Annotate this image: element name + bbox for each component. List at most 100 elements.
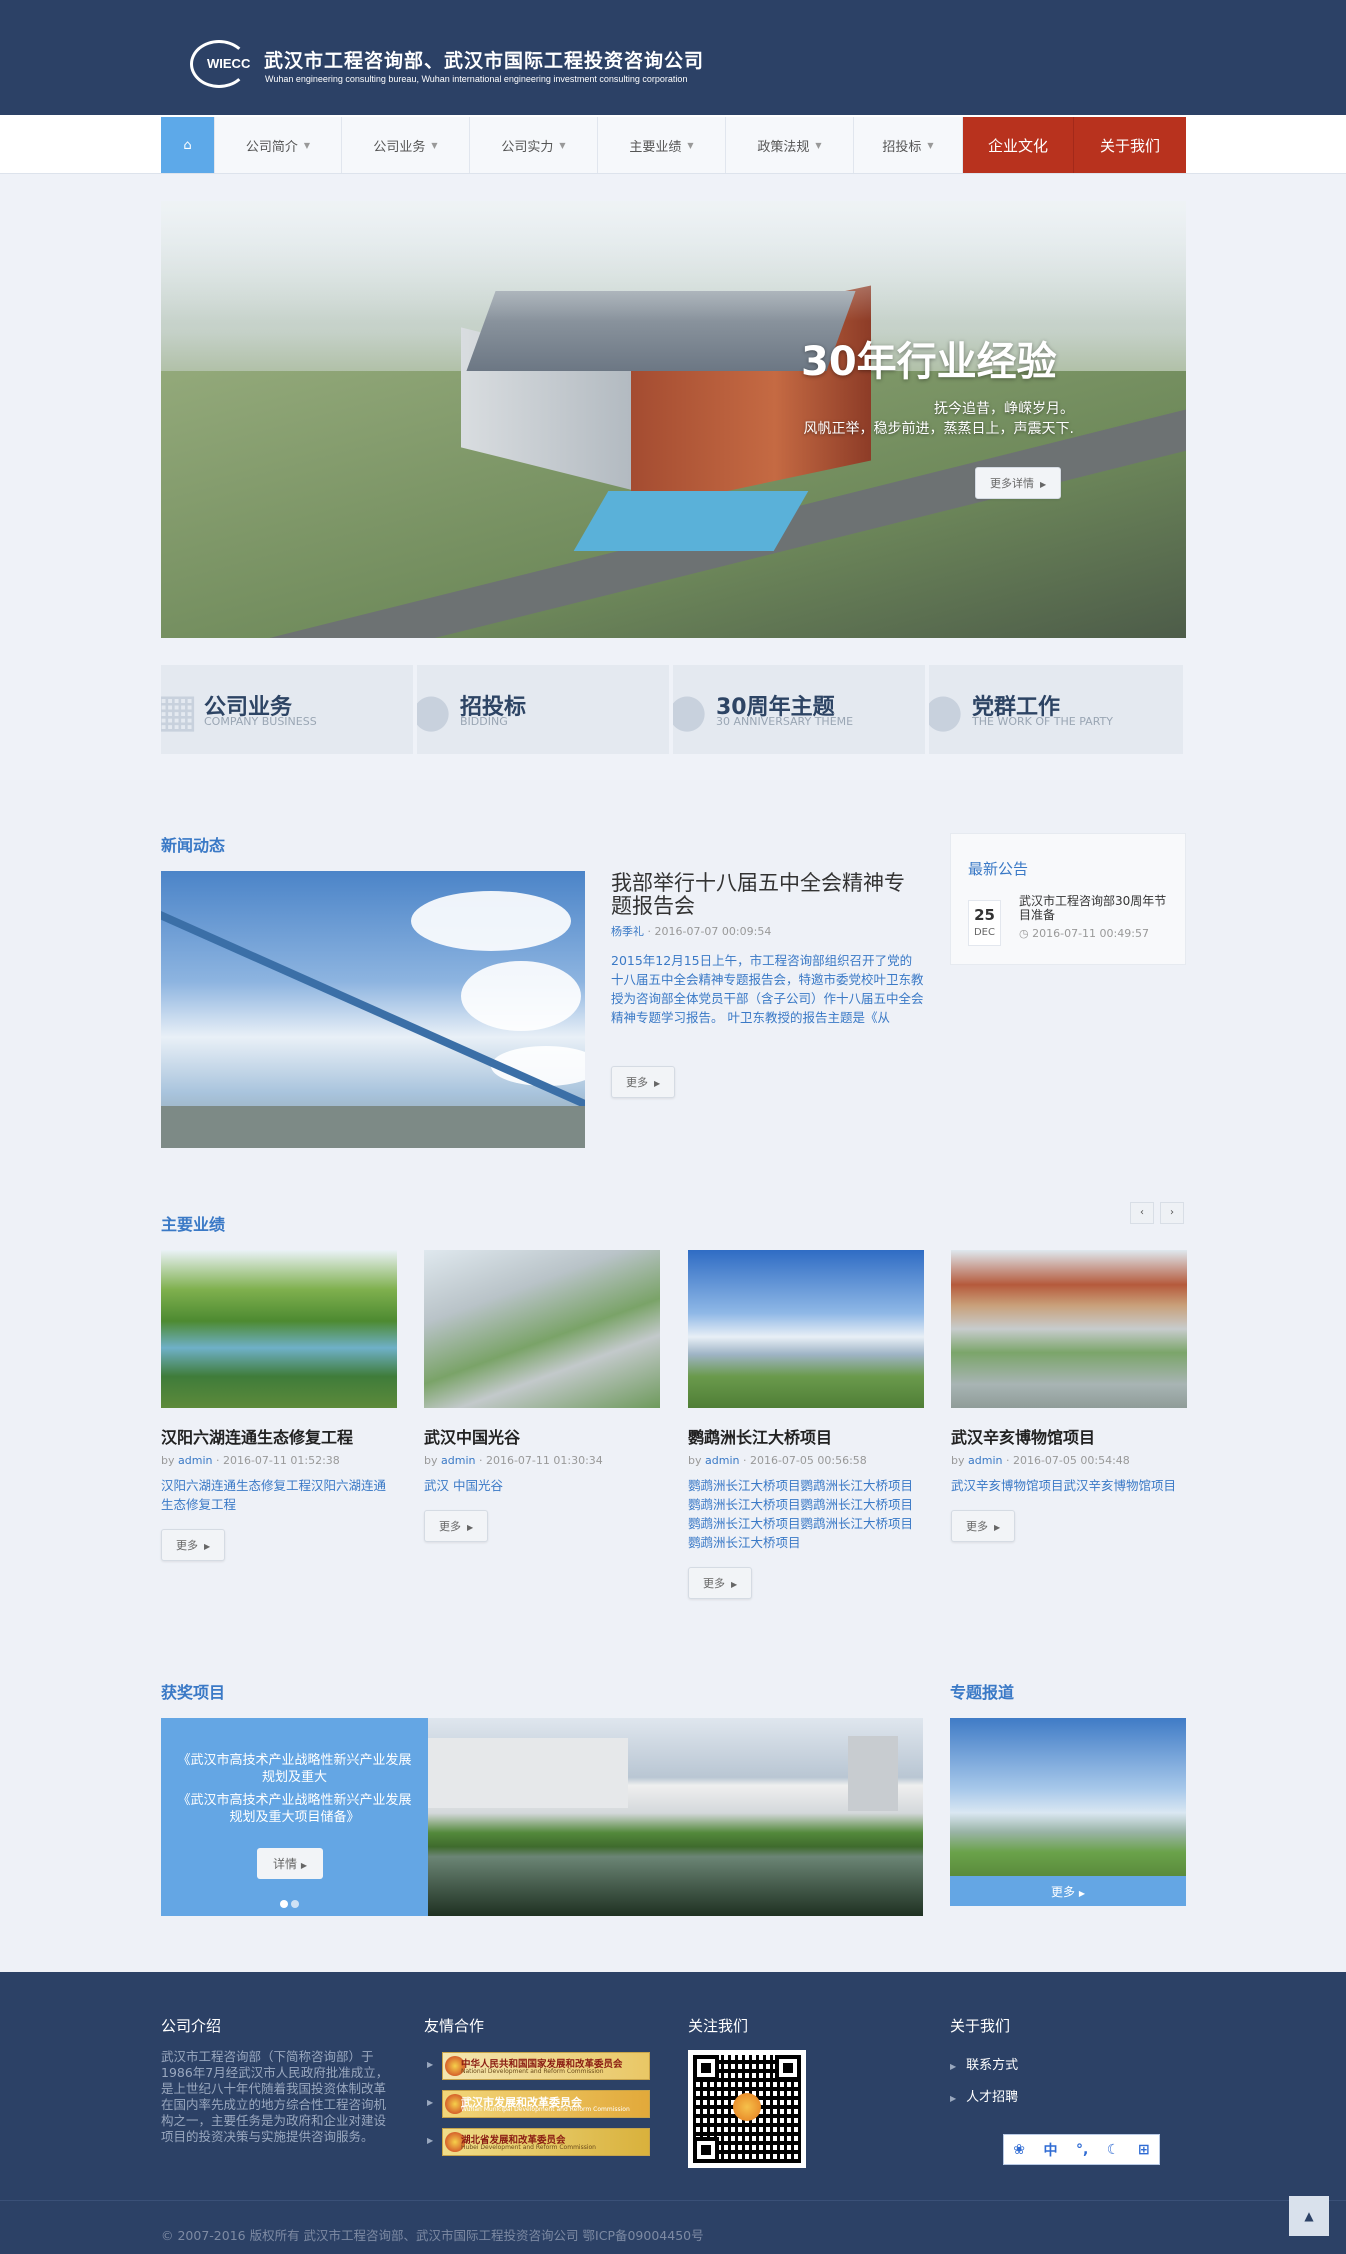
banner-more-button[interactable]: 更多详情 ▶: [975, 467, 1062, 499]
slider-dot[interactable]: [280, 1900, 288, 1908]
ime-toolbar[interactable]: ❀ 中 °, ☾ ⊞: [1003, 2134, 1160, 2165]
notice-time: ◷ 2016-07-11 00:49:57: [1019, 927, 1149, 940]
nav-item-achievements[interactable]: 主要业绩 ▼: [598, 117, 726, 173]
users-icon: ●: [929, 683, 964, 737]
chevron-right-icon: ▶: [300, 1861, 307, 1870]
nav-item-bidding[interactable]: 招投标 ▼: [854, 117, 963, 173]
work-desc: 鹦鹉洲长江大桥项目鹦鹉洲长江大桥项目鹦鹉洲长江大桥项目鹦鹉洲长江大桥项目鹦鹉洲长…: [688, 1478, 914, 1550]
work-image[interactable]: [951, 1250, 1187, 1408]
chevron-right-icon: ▶: [204, 1542, 211, 1551]
chevron-right-icon: ▶: [731, 1580, 738, 1589]
news-headline[interactable]: 我部举行十八届五中全会精神专题报告会: [611, 872, 921, 918]
work-more-button[interactable]: 更多 ▶: [951, 1510, 1016, 1542]
notice-item-link[interactable]: 武汉市工程咨询部30周年节目准备: [1019, 894, 1174, 922]
work-meta: by admin · 2016-07-05 00:56:58: [688, 1454, 867, 1467]
moon-icon[interactable]: ☾: [1107, 2142, 1120, 2158]
main-nav: ⌂ 公司简介 ▼ 公司业务 ▼ 公司实力 ▼ 主要业绩 ▼ 政策法规 ▼ 招投标 ▼ 企业文…: [0, 115, 1346, 174]
feature-bidding[interactable]: ● 招投标 BIDDING: [417, 665, 669, 754]
site-header: WIECC 武汉市工程咨询部、武汉市国际工程投资咨询公司 Wuhan engin…: [0, 0, 1346, 115]
nav-item-about[interactable]: 关于我们: [1074, 117, 1186, 173]
footer-link-contact[interactable]: ▶ 联系方式: [950, 2054, 1018, 2073]
nav-item-company-intro[interactable]: 公司简介 ▼: [215, 117, 342, 173]
feature-party-work[interactable]: ● 党群工作 THE WORK OF THE PARTY: [929, 665, 1183, 754]
chevron-right-icon: ▶: [1078, 1889, 1085, 1898]
works-next-button[interactable]: ›: [1160, 1202, 1184, 1224]
footer-follow-title: 关注我们: [688, 2017, 749, 2035]
special-image[interactable]: [950, 1718, 1186, 1876]
work-more-button[interactable]: 更多 ▶: [424, 1510, 489, 1542]
chevron-right-icon: ▶: [467, 1523, 474, 1532]
news-excerpt: 2015年12月15日上午，市工程咨询部组织召开了党的十八届五中全会精神专题报告…: [611, 953, 924, 1025]
chevron-right-icon: ▶: [1040, 480, 1047, 489]
footer-intro-title: 公司介绍: [161, 2017, 222, 2035]
partner-link-ndrc[interactable]: ▶ 中华人民共和国国家发展和改革委员会 National Development…: [427, 2052, 650, 2082]
hammer-icon: ●: [417, 683, 452, 737]
slider-dots: [280, 1897, 302, 1912]
logo-abbreviation[interactable]: WIECC: [207, 56, 250, 71]
work-title[interactable]: 武汉中国光谷: [424, 1424, 660, 1448]
nav-item-strength[interactable]: 公司实力 ▼: [470, 117, 598, 173]
special-more-link[interactable]: 更多 ▶: [950, 1883, 1186, 1900]
latest-notice-panel: 最新公告 25 DEC 武汉市工程咨询部30周年节目准备 ◷ 2016-07-1…: [950, 833, 1186, 965]
logo-chinese-name[interactable]: 武汉市工程咨询部、武汉市国际工程投资咨询公司: [264, 46, 704, 73]
ime-punctuation[interactable]: °,: [1076, 2142, 1088, 2158]
award-image[interactable]: [428, 1718, 923, 1916]
wechat-qr-code: [688, 2050, 806, 2168]
award-detail-button[interactable]: 详情 ▶: [257, 1848, 323, 1879]
banner-line-2: 风帆正举，稳步前进，蒸蒸日上，声震天下.: [803, 421, 1074, 437]
chevron-right-icon: ▶: [994, 1523, 1001, 1532]
chevron-left-icon: ‹: [1140, 1207, 1144, 1218]
caret-down-icon: ▼: [927, 140, 934, 150]
chevron-up-icon: ▲: [1304, 2209, 1314, 2223]
nav-item-policies[interactable]: 政策法规 ▼: [726, 117, 854, 173]
chevron-right-icon: ▶: [950, 2094, 957, 2103]
work-more-button[interactable]: 更多 ▶: [161, 1529, 226, 1561]
feature-anniversary[interactable]: ● 30周年主题 30 ANNIVERSARY THEME: [673, 665, 925, 754]
work-meta: by admin · 2016-07-11 01:52:38: [161, 1454, 340, 1467]
award-caption: 《武汉市高技术产业战略性新兴产业发展规划及重大 《武汉市高技术产业战略性新兴产业…: [161, 1718, 428, 1916]
works-section-title: 主要业绩: [161, 1215, 226, 1234]
special-section-title: 专题报道: [950, 1683, 1015, 1702]
home-icon: ⌂: [183, 137, 192, 153]
special-report-card[interactable]: 更多 ▶: [950, 1718, 1186, 1906]
work-more-button[interactable]: 更多 ▶: [688, 1567, 753, 1599]
footer-intro-text: 武汉市工程咨询部（下简称咨询部）于1986年7月经武汉市人民政府批准成立，是上世…: [161, 2049, 389, 2144]
news-image[interactable]: [161, 871, 585, 1148]
work-meta: by admin · 2016-07-11 01:30:34: [424, 1454, 603, 1467]
work-title[interactable]: 武汉辛亥博物馆项目: [951, 1424, 1187, 1448]
work-title[interactable]: 鹦鹉洲长江大桥项目: [688, 1424, 924, 1448]
partner-link-wuhan-drc[interactable]: ▶ 武汉市发展和改革委员会 Wuhan Municipal Developmen…: [427, 2090, 650, 2120]
banner-line-1: 抚今追昔，峥嵘岁月。: [934, 401, 1074, 417]
back-to-top-button[interactable]: ▲: [1289, 2196, 1329, 2236]
works-prev-button[interactable]: ‹: [1130, 1202, 1154, 1224]
hero-banner: 30年行业经验 抚今追昔，峥嵘岁月。 风帆正举，稳步前进，蒸蒸日上，声震天下. …: [161, 201, 1186, 638]
feature-company-business[interactable]: ▦ 公司业务 COMPANY BUSINESS: [161, 665, 413, 754]
footer-partners-title: 友情合作: [424, 2017, 485, 2035]
partner-link-hubei-drc[interactable]: ▶ 湖北省发展和改革委员会 Hubei Development and Refo…: [427, 2128, 650, 2158]
grid-icon[interactable]: ⊞: [1138, 2142, 1150, 2158]
work-image[interactable]: [688, 1250, 924, 1408]
paw-icon[interactable]: ❀: [1013, 2142, 1025, 2158]
award-quote-2: 《武汉市高技术产业战略性新兴产业发展规划及重大项目储备》: [177, 1793, 412, 1825]
footer-link-careers[interactable]: ▶ 人才招聘: [950, 2086, 1018, 2105]
work-image[interactable]: [161, 1250, 397, 1408]
caret-down-icon: ▼: [431, 140, 438, 150]
chevron-right-icon: ▶: [654, 1079, 661, 1088]
chevron-right-icon: ▶: [950, 2062, 957, 2071]
work-card: 汉阳六湖连通生态修复工程 by admin · 2016-07-11 01:52…: [161, 1250, 397, 1561]
nav-item-culture[interactable]: 企业文化: [963, 117, 1074, 173]
footer-about-title: 关于我们: [950, 2017, 1011, 2035]
news-more-button[interactable]: 更多 ▶: [611, 1066, 676, 1098]
work-desc: 武汉 中国光谷: [424, 1478, 503, 1493]
slider-dot[interactable]: [291, 1900, 299, 1908]
news-section-title: 新闻动态: [161, 836, 226, 855]
work-title[interactable]: 汉阳六湖连通生态修复工程: [161, 1424, 397, 1448]
ime-chinese-mode[interactable]: 中: [1044, 2140, 1058, 2160]
caret-down-icon: ▼: [687, 140, 694, 150]
nav-home[interactable]: ⌂: [161, 117, 215, 173]
banner-title: 30年行业经验: [801, 339, 1057, 385]
nav-item-business[interactable]: 公司业务 ▼: [342, 117, 470, 173]
awards-section-title: 获奖项目: [161, 1683, 226, 1702]
award-quote-1[interactable]: 《武汉市高技术产业战略性新兴产业发展规划及重大: [173, 1752, 416, 1786]
work-image[interactable]: [424, 1250, 660, 1408]
